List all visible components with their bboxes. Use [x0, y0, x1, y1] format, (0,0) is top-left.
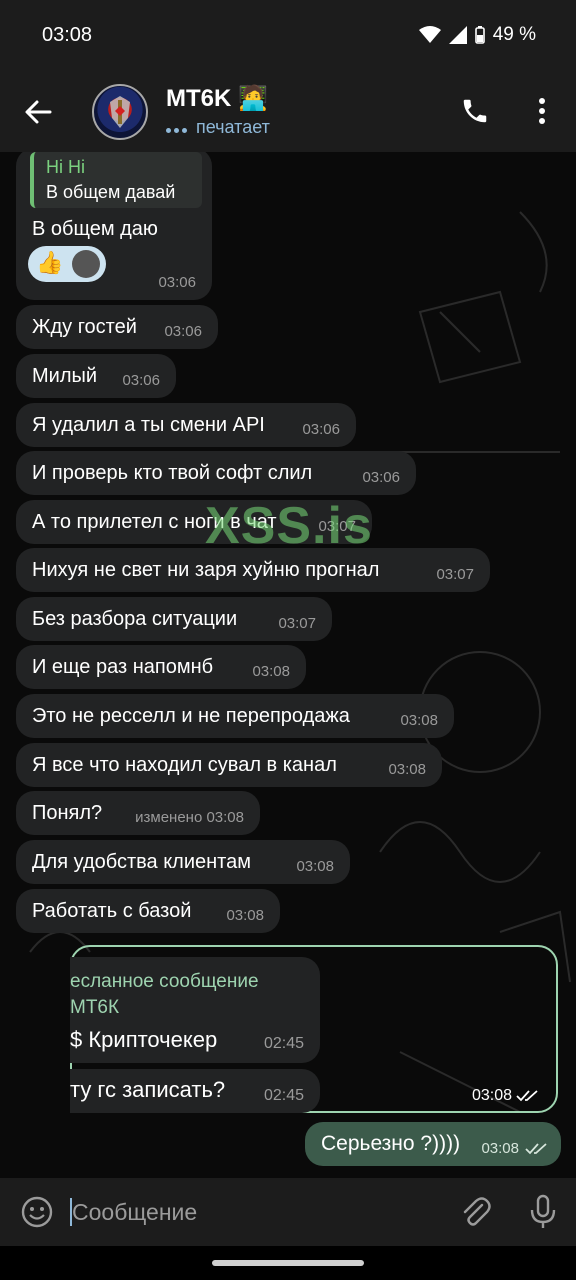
message-time: 03:06 — [122, 372, 160, 389]
forwarded-header: есланное сообщение — [70, 971, 259, 992]
forwarded-time: 02:45 — [263, 1035, 304, 1052]
message-input[interactable]: Сообщение — [66, 1188, 436, 1236]
message-time: 03:08 — [252, 663, 290, 680]
message-bubble[interactable]: Понял? изменено 03:08 — [16, 791, 260, 835]
message-text: В общем даю — [32, 218, 158, 240]
message-time: 03:06 — [164, 323, 202, 340]
message-text: Жду гостей — [32, 316, 137, 338]
forwarded-bubble: ту гс записать? 02:45 — [70, 1069, 320, 1113]
emoji-icon[interactable] — [20, 1195, 54, 1229]
message-time: 03:07 — [278, 615, 316, 632]
message-text: Это не ресселл и не перепродажа — [32, 705, 350, 727]
chat-header: MT6K 🧑‍💻 печатает — [0, 72, 576, 152]
reply-text: В общем давай — [46, 182, 176, 202]
message-time: 03:08 — [388, 761, 426, 778]
message-time: 03:06 — [158, 274, 196, 291]
avatar[interactable] — [92, 84, 148, 140]
status-time: 03:08 — [42, 24, 93, 46]
message-bubble[interactable]: И еще раз напомнб 03:08 — [16, 645, 306, 689]
double-check-icon — [525, 1143, 547, 1155]
reply-preview[interactable]: Hi Hi В общем давай — [30, 152, 202, 208]
wifi-icon — [418, 26, 441, 43]
microphone-icon[interactable] — [528, 1194, 558, 1230]
message-text: Без разбора ситуации — [32, 608, 238, 630]
phone-icon[interactable] — [460, 96, 490, 126]
thumbs-up-icon: 👍 — [36, 250, 64, 275]
signal-icon — [448, 26, 467, 44]
message-time: 03:06 — [302, 421, 340, 438]
forwarded-sent-time: 03:08 — [471, 1087, 512, 1104]
forwarded-text: $ Крипточекер — [70, 1027, 218, 1052]
home-gesture-pill[interactable] — [212, 1260, 364, 1266]
message-bubble[interactable]: Я все что находил сувал в канал 03:08 — [16, 743, 442, 787]
reactor-avatar — [72, 250, 100, 278]
battery-percent: 49 % — [492, 24, 536, 45]
forwarded-time: 02:45 — [263, 1087, 304, 1104]
system-nav-bar — [0, 1246, 576, 1280]
message-bubble[interactable]: Работать с базой 03:08 — [16, 889, 280, 933]
input-placeholder: Сообщение — [72, 1199, 198, 1225]
message-text: Серьезно ?)))) — [321, 1132, 461, 1155]
message-bubble[interactable]: Жду гостей 03:06 — [16, 305, 218, 349]
status-icons: 49 % — [418, 24, 536, 46]
message-time: 03:06 — [362, 469, 400, 486]
message-time: 03:07 — [436, 566, 474, 583]
message-time: 03:08 — [226, 907, 264, 924]
reaction-chip[interactable]: 👍 — [28, 246, 106, 282]
emblem-icon — [110, 96, 130, 128]
message-bubble[interactable]: Милый 03:06 — [16, 354, 176, 398]
status-bar: 03:08 49 % — [0, 0, 576, 72]
chat-title[interactable]: MT6K 🧑‍💻 — [166, 84, 268, 113]
forwarded-message[interactable]: есланное сообщение МТ6К $ Крипточекер 02… — [70, 945, 558, 1113]
message-time: 03:08 — [481, 1140, 519, 1157]
message-bubble[interactable]: Для удобства клиентам 03:08 — [16, 840, 350, 884]
message-text: Для удобства клиентам — [32, 851, 251, 873]
reply-author: Hi Hi — [46, 157, 85, 177]
outgoing-message[interactable]: Серьезно ?)))) 03:08 — [305, 1122, 561, 1166]
paperclip-icon[interactable] — [458, 1195, 492, 1229]
message-text: И проверь кто твой софт слил — [32, 462, 313, 484]
forwarded-bubble: есланное сообщение МТ6К $ Крипточекер 02… — [70, 957, 320, 1063]
message-text: Работать с базой — [32, 900, 192, 922]
message-text: Я удалил а ты смени API — [32, 414, 265, 436]
typing-status: печатает — [166, 117, 270, 138]
message-text: Понял? — [32, 802, 103, 824]
more-vert-icon[interactable] — [532, 96, 552, 126]
message-text: Милый — [32, 365, 98, 387]
arrow-back-icon[interactable] — [20, 94, 56, 130]
message-composer: Сообщение — [0, 1178, 576, 1246]
message-time: 03:08 — [296, 858, 334, 875]
message-bubble[interactable]: И проверь кто твой софт слил 03:06 — [16, 451, 416, 495]
message-bubble[interactable]: Я удалил а ты смени API 03:06 — [16, 403, 356, 447]
message-bubble[interactable]: Hi Hi В общем давай В общем даю 👍 03:06 — [16, 152, 212, 300]
message-list[interactable]: Hi Hi В общем давай В общем даю 👍 03:06 … — [0, 152, 576, 1178]
message-time: изменено 03:08 — [135, 809, 244, 826]
message-time: 03:08 — [400, 712, 438, 729]
double-check-icon — [516, 1090, 538, 1102]
message-text: И еще раз напомнб — [32, 656, 214, 678]
title-emoji: 🧑‍💻 — [238, 85, 268, 112]
message-bubble[interactable]: Без разбора ситуации 03:07 — [16, 597, 332, 641]
message-text: Я все что находил сувал в канал — [32, 754, 337, 776]
battery-icon — [474, 26, 485, 44]
forwarded-from: МТ6К — [70, 997, 120, 1018]
message-bubble[interactable]: Это не ресселл и не перепродажа 03:08 — [16, 694, 454, 738]
watermark: XSS.is — [205, 497, 373, 555]
forwarded-text: ту гс записать? — [70, 1077, 226, 1102]
message-text: Нихуя не свет ни заря хуйню прогнал — [32, 559, 380, 581]
typing-dots-icon — [166, 117, 190, 138]
